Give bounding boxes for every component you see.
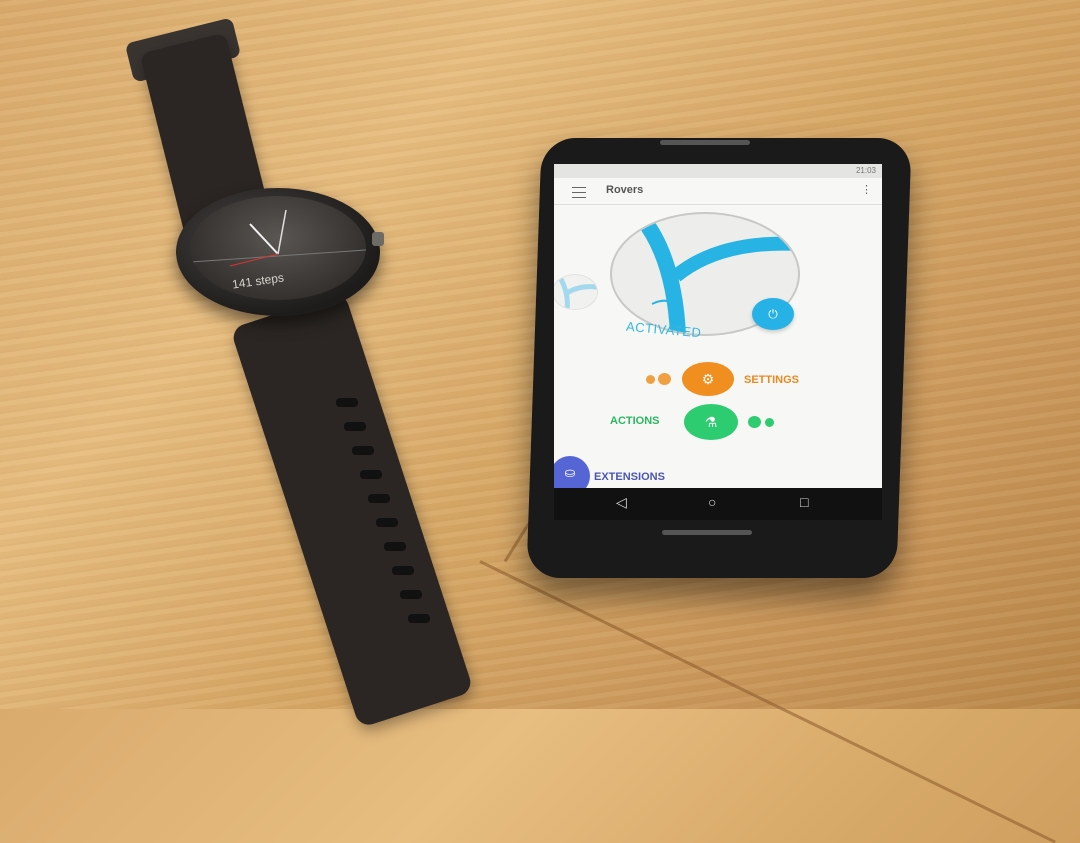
strap-hole: [384, 542, 406, 551]
phone-screen: 21:03 Rovers ⋮ ACTIVATED ⏻ ⚙ SETTINGS AC…: [554, 164, 882, 520]
nav-bar: ◁ ○ □: [554, 488, 882, 520]
strap-hole: [400, 590, 422, 599]
actions-dot: [765, 418, 774, 427]
recents-icon[interactable]: □: [800, 494, 808, 510]
power-icon: ⏻: [768, 307, 778, 321]
phone-speaker: [660, 140, 750, 145]
rover-logo-icon: [558, 277, 597, 309]
app-bar: Rovers ⋮: [554, 178, 882, 205]
more-vert-icon[interactable]: ⋮: [861, 183, 872, 196]
settings-dot: [658, 373, 671, 385]
actions-button[interactable]: ⚗: [684, 404, 738, 440]
basket-icon: ⛀: [564, 465, 576, 480]
rover-thumbnail[interactable]: [554, 274, 598, 310]
status-bar: 21:03: [554, 164, 882, 178]
settings-dot: [646, 375, 655, 384]
extensions-label[interactable]: EXTENSIONS: [594, 471, 665, 483]
strap-hole: [352, 446, 374, 455]
strap-hole: [368, 494, 390, 503]
strap-hole: [392, 566, 414, 575]
phone-speaker: [662, 530, 752, 535]
flask-icon: ⚗: [704, 414, 718, 430]
app-title: Rovers: [606, 184, 644, 196]
hamburger-icon[interactable]: [572, 187, 586, 198]
actions-label[interactable]: ACTIONS: [610, 415, 660, 427]
settings-label[interactable]: SETTINGS: [744, 374, 799, 386]
home-icon[interactable]: ○: [708, 494, 716, 510]
strap-hole: [336, 398, 358, 407]
back-icon[interactable]: ◁: [616, 494, 627, 511]
gear-icon: ⚙: [701, 371, 715, 387]
strap-hole: [408, 614, 430, 623]
status-time: 21:03: [855, 166, 876, 175]
strap-hole: [344, 422, 366, 431]
actions-dot: [748, 416, 761, 428]
power-button[interactable]: ⏻: [752, 298, 794, 330]
strap-hole: [376, 518, 398, 527]
strap-hole: [360, 470, 382, 479]
settings-button[interactable]: ⚙: [682, 362, 734, 396]
watch-crown: [372, 232, 384, 246]
